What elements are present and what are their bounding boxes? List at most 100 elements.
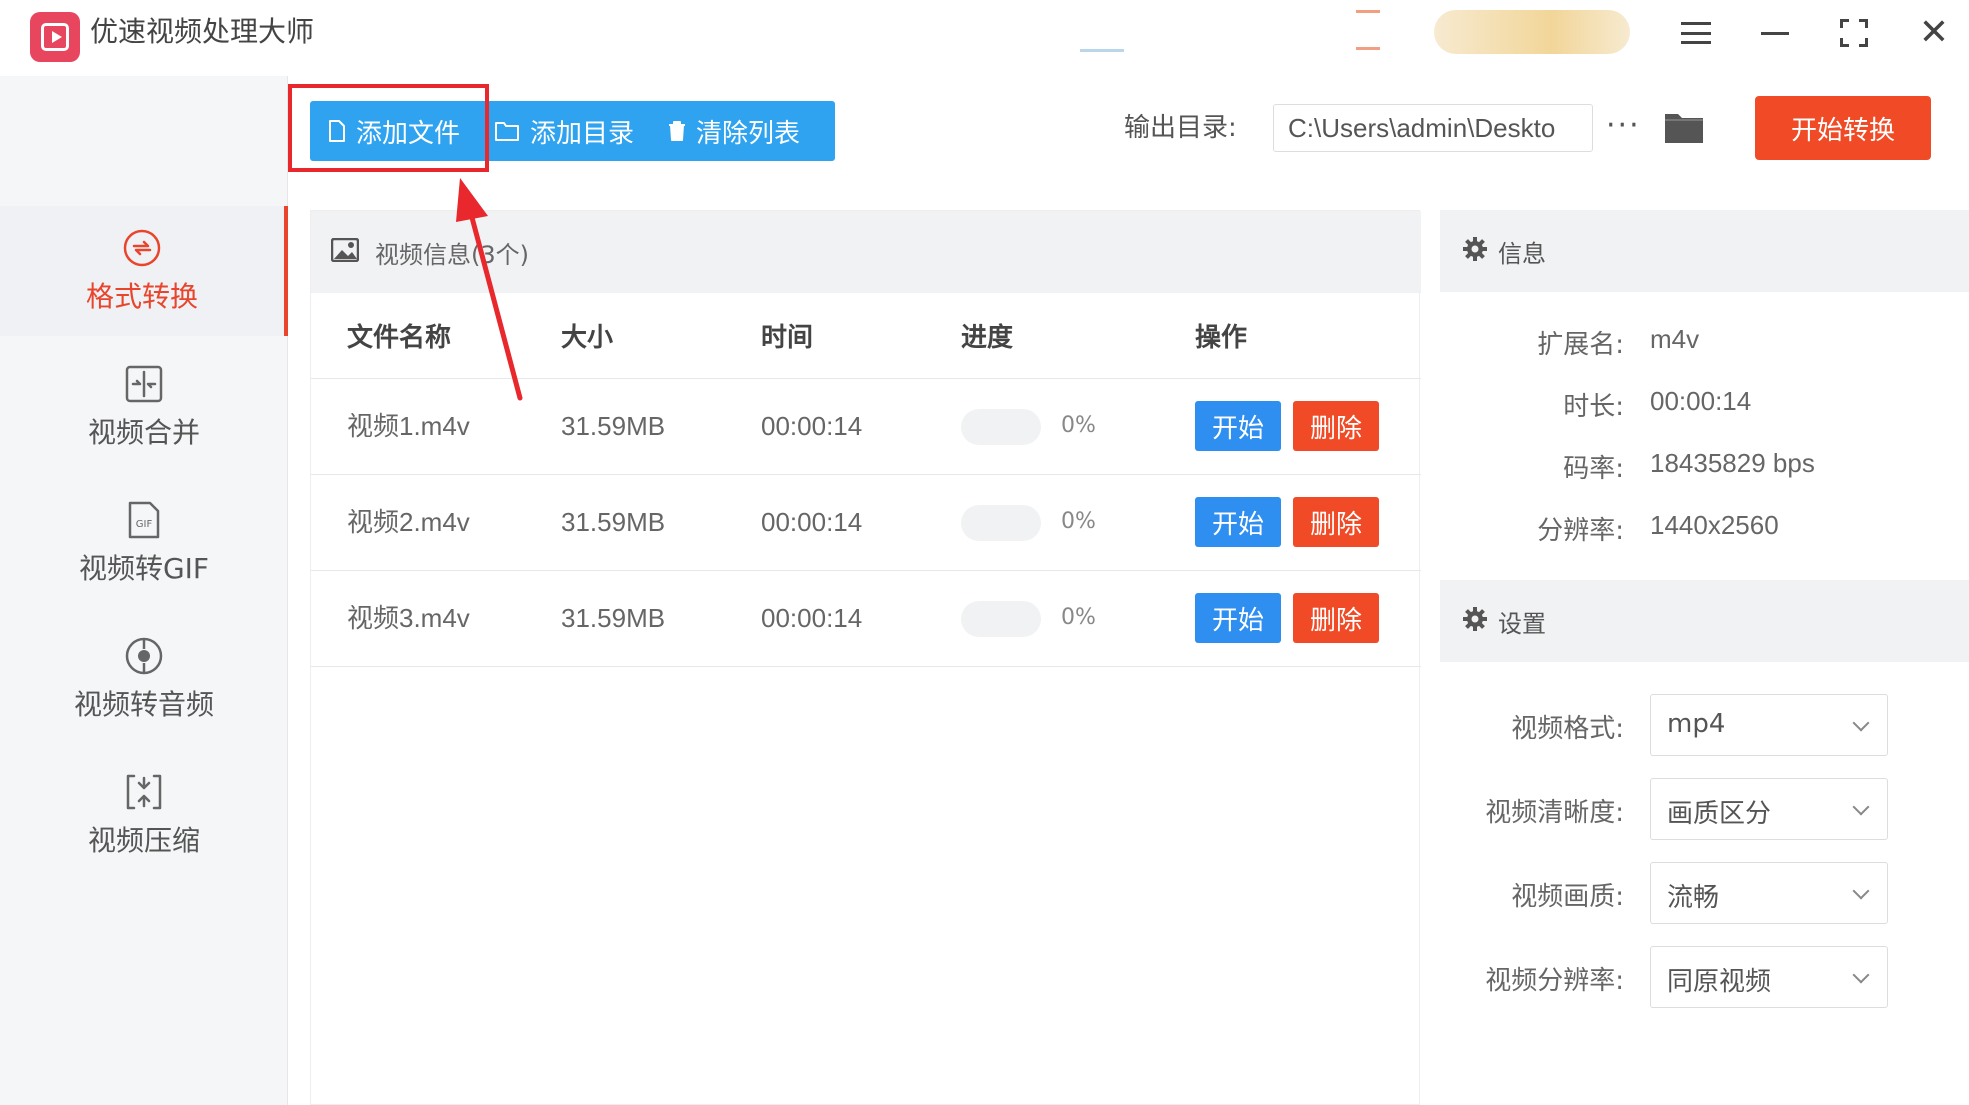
sidebar-item-video-to-gif[interactable]: GIF 视频转GIF [0, 478, 288, 608]
output-dir-field[interactable]: C:\Users\admin\Deskto [1273, 104, 1593, 152]
info-key: 码率: [1563, 454, 1624, 484]
image-icon [330, 237, 360, 266]
sidebar-item-video-to-audio[interactable]: 视频转音频 [0, 614, 288, 744]
chevron-down-icon [1852, 882, 1870, 900]
row-delete-button[interactable]: 删除 [1293, 593, 1379, 643]
file-duration: 00:00:14 [761, 411, 863, 441]
maximize-icon [1840, 19, 1868, 47]
file-size: 31.59MB [561, 603, 666, 633]
column-header-time: 时间 [761, 323, 814, 353]
sidebar-item-label: 视频合并 [87, 416, 200, 449]
folder-outline-icon [494, 120, 520, 142]
menu-button[interactable] [1666, 8, 1726, 58]
compress-icon [124, 772, 164, 812]
app-title: 优速视频处理大师 [90, 15, 315, 48]
video-resolution-select[interactable]: 同原视频 [1650, 946, 1888, 1008]
settings-section-header: 设置 [1440, 580, 1969, 662]
file-name: 视频1.m4v [347, 411, 470, 441]
annotation-highlight-box [288, 84, 489, 172]
sidebar-item-video-compress[interactable]: 视频压缩 [0, 750, 288, 880]
start-convert-button[interactable]: 开始转换 [1755, 96, 1931, 160]
info-value: m4v [1650, 324, 1700, 354]
sidebar-item-label: 视频转GIF [78, 552, 210, 585]
titlebar-gift-icon[interactable] [1356, 10, 1380, 50]
clear-list-button[interactable]: 清除列表 [650, 101, 816, 161]
open-folder-icon[interactable] [1664, 110, 1704, 148]
video-quality-select[interactable]: 流畅 [1650, 862, 1888, 924]
chevron-down-icon [1852, 798, 1870, 816]
minimize-button[interactable] [1745, 8, 1805, 58]
titlebar-vip-banner[interactable] [1434, 10, 1630, 54]
setting-video-resolution: 视频分辨率: 同原视频 [1440, 946, 1969, 1008]
row-start-button[interactable]: 开始 [1195, 593, 1281, 643]
row-start-button[interactable]: 开始 [1195, 497, 1281, 547]
column-header-progress: 进度 [961, 323, 1014, 353]
sidebar-item-label: 视频转音频 [73, 688, 214, 721]
audio-disc-icon [124, 636, 164, 676]
column-header-actions: 操作 [1195, 323, 1248, 353]
refresh-circle-icon [122, 228, 162, 268]
progress-bar [961, 409, 1041, 445]
column-header-size: 大小 [561, 323, 614, 353]
setting-label: 视频分辨率: [1485, 966, 1624, 996]
browse-more-button[interactable]: ··· [1606, 108, 1641, 143]
close-icon: ✕ [1918, 12, 1950, 53]
select-value: 流畅 [1667, 883, 1720, 913]
select-value: 画质区分 [1667, 799, 1772, 829]
title-bar: 优速视频处理大师 ✕ [0, 0, 1969, 76]
chevron-down-icon [1852, 966, 1870, 984]
progress-percent: 0% [1061, 509, 1096, 534]
sidebar: 格式转换 视频合并 GIF 视频转GIF 视频转音频 视频压缩 [0, 76, 288, 1105]
video-format-select[interactable]: mp4 [1650, 694, 1888, 756]
close-button[interactable]: ✕ [1904, 8, 1964, 58]
row-start-button[interactable]: 开始 [1195, 401, 1281, 451]
info-value: 18435829 bps [1650, 448, 1815, 478]
file-duration: 00:00:14 [761, 507, 863, 537]
annotation-arrow-icon [456, 178, 523, 401]
progress-percent: 0% [1061, 413, 1096, 438]
setting-label: 视频格式: [1511, 714, 1624, 744]
gif-file-icon: GIF [124, 500, 164, 540]
row-delete-button[interactable]: 删除 [1293, 497, 1379, 547]
setting-label: 视频画质: [1511, 882, 1624, 912]
info-value: 1440x2560 [1650, 510, 1779, 540]
add-directory-button[interactable]: 添加目录 [476, 101, 650, 161]
minimize-icon [1761, 31, 1789, 35]
setting-video-quality: 视频画质: 流畅 [1440, 862, 1969, 924]
file-duration: 00:00:14 [761, 603, 863, 633]
gear-icon [1462, 606, 1488, 636]
sidebar-item-format-convert[interactable]: 格式转换 [0, 206, 288, 336]
sidebar-item-label: 视频压缩 [87, 824, 200, 857]
trash-icon [668, 120, 686, 142]
video-clarity-select[interactable]: 画质区分 [1650, 778, 1888, 840]
sidebar-item-video-merge[interactable]: 视频合并 [0, 342, 288, 472]
table-row[interactable]: 视频2.m4v 31.59MB 00:00:14 0% 开始 删除 [311, 475, 1421, 571]
info-row-bitrate: 码率: 18435829 bps [1440, 448, 1969, 488]
info-row-resolution: 分辨率: 1440x2560 [1440, 510, 1969, 550]
file-size: 31.59MB [561, 411, 666, 441]
row-delete-button[interactable]: 删除 [1293, 401, 1379, 451]
info-row-extension: 扩展名: m4v [1440, 324, 1969, 364]
settings-section-title: 设置 [1498, 609, 1546, 638]
file-size: 31.59MB [561, 507, 666, 537]
file-name: 视频2.m4v [347, 507, 470, 537]
info-value: 00:00:14 [1650, 386, 1752, 416]
select-value: mp4 [1667, 709, 1726, 739]
setting-video-clarity: 视频清晰度: 画质区分 [1440, 778, 1969, 840]
table-row[interactable]: 视频3.m4v 31.59MB 00:00:14 0% 开始 删除 [311, 571, 1421, 667]
info-key: 时长: [1563, 392, 1624, 422]
maximize-button[interactable] [1824, 8, 1884, 58]
svg-text:GIF: GIF [136, 519, 153, 530]
titlebar-promo-icon[interactable] [1080, 18, 1124, 52]
info-key: 扩展名: [1537, 330, 1624, 360]
sidebar-item-label: 格式转换 [85, 280, 198, 313]
setting-label: 视频清晰度: [1485, 798, 1624, 828]
info-row-duration: 时长: 00:00:14 [1440, 386, 1969, 426]
chevron-down-icon [1852, 714, 1870, 732]
select-value: 同原视频 [1667, 967, 1772, 997]
hamburger-icon [1681, 22, 1711, 44]
info-section-title: 信息 [1498, 239, 1546, 268]
setting-video-format: 视频格式: mp4 [1440, 694, 1969, 756]
info-key: 分辨率: [1537, 516, 1624, 546]
progress-bar [961, 601, 1041, 637]
